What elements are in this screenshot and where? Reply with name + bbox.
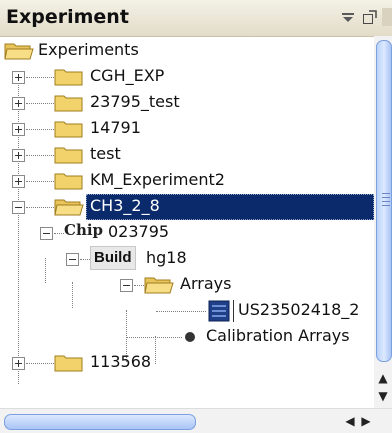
tree-item-chip[interactable]: Chip 023795: [0, 220, 374, 246]
tree-line: [80, 259, 90, 260]
experiment-tree: Experiments CGH_EXP 23795_test 14791 tes…: [0, 36, 374, 408]
tree-line: [26, 207, 54, 208]
tree-line: [127, 337, 182, 338]
tree-line: [134, 285, 144, 286]
tree-line: [54, 233, 64, 234]
panel-title: Experiment: [6, 6, 129, 28]
expand-plus-icon[interactable]: [12, 175, 25, 188]
tree-item-label: US23502418_2: [238, 300, 360, 319]
build-tag: Build: [90, 246, 136, 270]
collapse-minus-icon[interactable]: [12, 201, 25, 214]
collapse-minus-icon[interactable]: [66, 253, 79, 266]
folder-icon: [54, 173, 83, 190]
text-cursor: [233, 300, 234, 322]
folder-icon: [54, 147, 83, 164]
folder-open-icon: [144, 277, 174, 294]
grip-line: [382, 205, 390, 206]
tree-item[interactable]: KM_Experiment2: [0, 168, 374, 194]
tree-item-build[interactable]: Build hg18: [0, 246, 374, 272]
folder-icon: [54, 69, 83, 86]
vertical-scrollbar[interactable]: ▲ ▼: [374, 36, 392, 408]
tree-item-label: test: [90, 144, 121, 163]
grip-line: [382, 193, 390, 194]
scroll-right-icon[interactable]: ▶: [358, 413, 374, 429]
collapse-minus-icon[interactable]: [120, 279, 133, 292]
chip-tag: Chip: [64, 221, 104, 239]
tree-root-label: Experiments: [38, 40, 139, 59]
tree-item-calibration[interactable]: Calibration Arrays: [0, 324, 374, 350]
tree-line: [26, 103, 54, 104]
maximize-icon[interactable]: [362, 9, 378, 25]
tree-item-label: 23795_test: [90, 92, 180, 111]
tree-item-label: 113568: [90, 352, 152, 371]
tree-item[interactable]: 14791: [0, 116, 374, 142]
array-icon: [208, 300, 230, 322]
folder-icon: [54, 95, 83, 112]
tree-line: [26, 77, 54, 78]
tree-line: [26, 129, 54, 130]
bullet-icon: [185, 332, 195, 342]
panel-header: Experiment: [0, 0, 392, 37]
tree-line: [26, 181, 54, 182]
tree-item-label: Arrays: [180, 274, 232, 293]
folder-icon: [54, 121, 83, 138]
tree-item[interactable]: 113568: [0, 350, 374, 376]
expand-plus-icon[interactable]: [12, 357, 25, 370]
scroll-left-icon[interactable]: ◀: [342, 413, 358, 429]
expand-plus-icon[interactable]: [12, 97, 25, 110]
tree-item[interactable]: CGH_EXP: [0, 64, 374, 90]
tree-item-label: KM_Experiment2: [90, 170, 225, 189]
tree-item-label: CH3_2_8: [90, 196, 160, 215]
tree-line: [156, 311, 206, 312]
minimize-icon[interactable]: [340, 9, 356, 25]
tree-item-label: 14791: [90, 118, 141, 137]
tree-item-label: hg18: [146, 248, 187, 267]
folder-open-icon: [54, 199, 84, 216]
tree-item-label: 023795: [108, 222, 170, 241]
experiment-panel: Experiment Experiments CGH_EXP 23795_tes…: [0, 0, 392, 433]
expand-plus-icon[interactable]: [12, 149, 25, 162]
scroll-down-icon[interactable]: ▼: [374, 388, 392, 404]
tree-item-selected[interactable]: CH3_2_8: [0, 194, 374, 220]
grip-line: [382, 197, 390, 198]
expand-plus-icon[interactable]: [12, 71, 25, 84]
tree-item-array[interactable]: US23502418_2: [0, 298, 374, 324]
scroll-up-icon[interactable]: ▲: [374, 370, 392, 386]
tree-item[interactable]: 23795_test: [0, 90, 374, 116]
tree-line: [26, 155, 54, 156]
folder-icon: [54, 355, 83, 372]
horizontal-scroll-thumb[interactable]: [4, 414, 196, 430]
collapse-minus-icon[interactable]: [40, 227, 53, 240]
horizontal-scrollbar[interactable]: ◀ ▶: [0, 408, 392, 433]
tree-item-arrays[interactable]: Arrays: [0, 272, 374, 298]
tree-root[interactable]: Experiments: [0, 38, 374, 64]
folder-open-icon: [4, 43, 34, 60]
header-edge: [382, 8, 392, 26]
tree-item[interactable]: test: [0, 142, 374, 168]
vertical-scroll-thumb[interactable]: [376, 40, 392, 362]
grip-line: [382, 201, 390, 202]
tree-item-label: CGH_EXP: [90, 66, 165, 85]
tree-item-label: Calibration Arrays: [206, 326, 350, 345]
expand-plus-icon[interactable]: [12, 123, 25, 136]
tree-line: [26, 363, 54, 364]
